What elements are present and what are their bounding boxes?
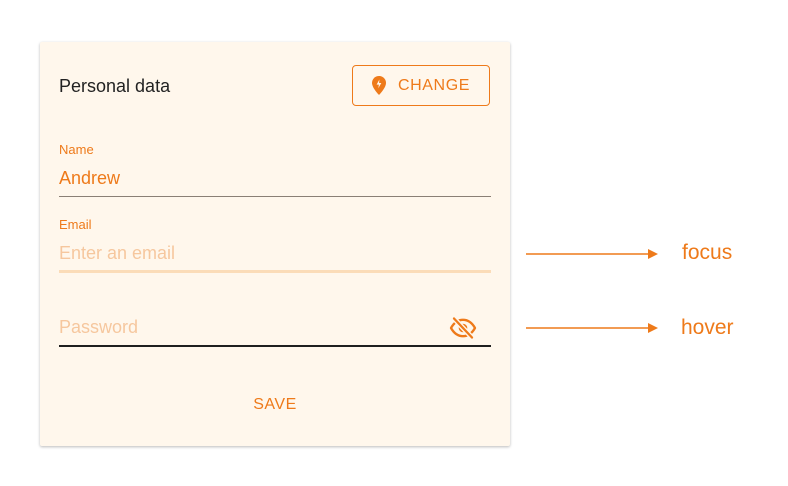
eye-off-icon[interactable] (449, 316, 477, 345)
password-field[interactable] (59, 304, 491, 348)
card-title: Personal data (59, 76, 171, 96)
change-button[interactable]: CHANGE (352, 65, 490, 106)
name-value[interactable]: Andrew (59, 168, 439, 189)
name-label: Name (59, 142, 94, 157)
hover-arrow-icon (526, 323, 658, 333)
email-label: Email (59, 217, 92, 232)
save-button[interactable]: SAVE (235, 396, 315, 418)
password-input[interactable] (59, 317, 439, 338)
personal-data-card: Personal data CHANGE Name Andrew Email E… (40, 42, 510, 446)
password-underline (59, 345, 491, 347)
change-button-label: CHANGE (397, 76, 471, 94)
stage: Personal data CHANGE Name Andrew Email E… (0, 0, 788, 486)
focus-arrow-icon (526, 249, 658, 259)
location-pin-icon (371, 76, 386, 95)
name-field[interactable]: Name Andrew (59, 142, 491, 198)
email-field[interactable]: Email (59, 217, 491, 273)
hover-annotation: hover (681, 316, 734, 339)
focus-annotation: focus (682, 241, 733, 264)
name-underline (59, 196, 491, 197)
email-input[interactable] (59, 243, 439, 264)
email-underline (59, 270, 491, 273)
